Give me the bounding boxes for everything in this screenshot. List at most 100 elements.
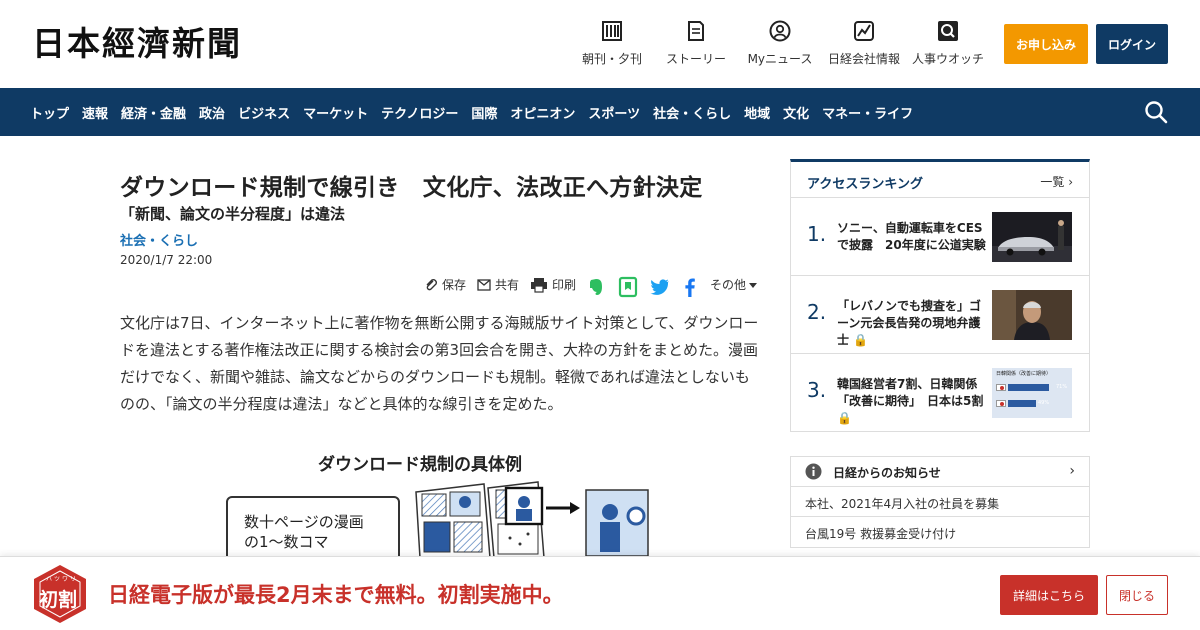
figure-title: ダウンロード規制の具体例 bbox=[318, 455, 522, 475]
ranking-headline: 「レバノンでも捜査を」ゴーン元会長告発の現地弁護士 🔒 bbox=[837, 298, 987, 349]
print-button[interactable]: 印刷 bbox=[530, 276, 576, 293]
notice-item[interactable]: 台風19号 救援募金受け付け bbox=[791, 517, 1089, 547]
ranking-item-1[interactable]: 1. ソニー、自動運転車をCESで披露 20年度に公道実験 bbox=[791, 198, 1089, 276]
ranking-number: 1. bbox=[807, 222, 827, 246]
ranking-thumbnail-car bbox=[992, 212, 1072, 262]
info-icon bbox=[805, 463, 822, 480]
nav-item-politics[interactable]: 政治 bbox=[199, 103, 225, 122]
ranking-header: アクセスランキング 一覧 › bbox=[791, 162, 1089, 198]
print-label: 印刷 bbox=[552, 278, 577, 292]
ranking-headline: ソニー、自動運転車をCESで披露 20年度に公道実験 bbox=[837, 221, 986, 252]
nav-company-info[interactable]: 日経会社情報 bbox=[818, 20, 910, 67]
ranking-more-label: 一覧 bbox=[1040, 175, 1065, 189]
more-share-menu[interactable]: その他 bbox=[710, 276, 762, 293]
promo-banner: ハツワリ 初割 日経電子版が最長2月末まで無料。初割実施中。 詳細はこちら 閉じ… bbox=[0, 556, 1200, 630]
facebook-icon[interactable] bbox=[679, 276, 701, 298]
notices-title: 日経からのお知らせ bbox=[833, 466, 941, 480]
ranking-headline-text: 韓国経営者7割、日韓関係「改善に期待」 日本は5割 bbox=[837, 377, 984, 408]
ranking-number: 2. bbox=[807, 300, 827, 324]
nav-item-market[interactable]: マーケット bbox=[303, 103, 368, 122]
login-button[interactable]: ログイン bbox=[1096, 24, 1168, 64]
site-header: 日本經濟新聞 朝刊・夕刊 ストーリー Myニュース 日経会社情報 人事ウオッチ … bbox=[0, 0, 1200, 88]
nav-item-top[interactable]: トップ bbox=[30, 103, 69, 122]
article-figure: ダウンロード規制の具体例 数十ページの漫画の1～数コマ bbox=[220, 446, 660, 566]
nav-item-international[interactable]: 国際 bbox=[471, 103, 497, 122]
notice-text: 台風19号 救援募金受け付け bbox=[805, 527, 957, 541]
nav-personnel-watch-label: 人事ウオッチ bbox=[911, 52, 984, 66]
lock-icon: 🔒 bbox=[837, 411, 852, 425]
chevron-right-icon: › bbox=[1069, 463, 1075, 479]
site-logo[interactable]: 日本經濟新聞 bbox=[32, 24, 242, 64]
article-category-link[interactable]: 社会・くらし bbox=[120, 230, 198, 249]
promo-text: 日経電子版が最長2月末まで無料。初割実施中。 bbox=[108, 583, 564, 607]
search-person-icon bbox=[938, 21, 958, 41]
nav-paper-edition[interactable]: 朝刊・夕刊 bbox=[566, 20, 658, 67]
article-subhead: 「新聞、論文の半分程度」は違法 bbox=[120, 205, 346, 223]
lock-icon: 🔒 bbox=[853, 333, 869, 347]
mail-icon bbox=[477, 278, 491, 291]
nav-my-news-label: Myニュース bbox=[747, 52, 813, 66]
nav-item-business[interactable]: ビジネス bbox=[238, 103, 290, 122]
article-body: 文化庁は7日、インターネット上に著作物を無断公開する海賊版サイト対策として、ダウ… bbox=[120, 314, 759, 413]
save-label: 保存 bbox=[442, 278, 467, 292]
user-icon bbox=[769, 20, 791, 42]
manga-panels-illustration bbox=[415, 481, 649, 558]
newspaper-icon bbox=[602, 21, 622, 41]
share-button[interactable]: 共有 bbox=[477, 276, 519, 293]
share-label: 共有 bbox=[495, 278, 520, 292]
evernote-icon[interactable] bbox=[585, 276, 607, 298]
nav-paper-edition-label: 朝刊・夕刊 bbox=[581, 52, 642, 66]
bookmark-note-icon[interactable] bbox=[617, 276, 639, 298]
article-date: 2020/1/7 22:00 bbox=[120, 253, 213, 267]
promo-details-button[interactable]: 詳細はこちら bbox=[1000, 575, 1098, 615]
korea-pct: 71% bbox=[1056, 384, 1068, 390]
ranking-thumbnail-portrait bbox=[992, 290, 1072, 340]
access-ranking: アクセスランキング 一覧 › 1. ソニー、自動運転車をCESで披露 20年度に… bbox=[790, 159, 1090, 432]
twitter-icon[interactable] bbox=[649, 276, 671, 298]
ranking-headline: 韓国経営者7割、日韓関係「改善に期待」 日本は5割 🔒 bbox=[837, 376, 987, 427]
nav-company-info-label: 日経会社情報 bbox=[827, 52, 900, 66]
ranking-title: アクセスランキング bbox=[807, 177, 923, 192]
nikkei-notices: 日経からのお知らせ › 本社、2021年4月入社の社員を募集 台風19号 救援募… bbox=[790, 456, 1090, 548]
ranking-number: 3. bbox=[807, 378, 827, 402]
search-icon[interactable] bbox=[1144, 100, 1168, 124]
nav-item-opinion[interactable]: オピニオン bbox=[510, 103, 575, 122]
japan-flag-icon bbox=[996, 400, 1006, 407]
ranking-more-link[interactable]: 一覧 › bbox=[1040, 173, 1073, 190]
nav-item-breaking[interactable]: 速報 bbox=[82, 103, 108, 122]
clip-icon bbox=[426, 278, 437, 290]
save-button[interactable]: 保存 bbox=[424, 276, 466, 293]
document-icon bbox=[688, 21, 704, 41]
ranking-item-2[interactable]: 2. 「レバノンでも捜査を」ゴーン元会長告発の現地弁護士 🔒 bbox=[791, 276, 1089, 354]
nav-item-technology[interactable]: テクノロジー bbox=[381, 103, 458, 122]
caret-down-icon bbox=[749, 282, 758, 288]
nav-story-label: ストーリー bbox=[665, 52, 726, 66]
article-headline: ダウンロード規制で線引き 文化庁、法改正へ方針決定 bbox=[120, 175, 703, 201]
promo-close-button[interactable]: 閉じる bbox=[1106, 575, 1168, 615]
japan-pct: 49% bbox=[1038, 400, 1050, 406]
badge-ruby: ハツワリ bbox=[46, 576, 79, 583]
badge-main-text: 初割 bbox=[39, 589, 78, 611]
printer-icon bbox=[531, 277, 547, 293]
japan-bar bbox=[1008, 400, 1037, 407]
nav-item-society[interactable]: 社会・くらし bbox=[653, 103, 731, 122]
nav-item-money-life[interactable]: マネー・ライフ bbox=[822, 103, 913, 122]
nav-my-news[interactable]: Myニュース bbox=[734, 20, 826, 67]
nav-item-culture[interactable]: 文化 bbox=[783, 103, 809, 122]
korea-flag-icon bbox=[996, 384, 1006, 391]
thumb-chart-caption: 日韓関係（改善に期待） bbox=[996, 371, 1052, 377]
chevron-right-icon: › bbox=[1068, 175, 1073, 189]
nav-item-economy[interactable]: 経済・金融 bbox=[121, 103, 186, 122]
ranking-item-3[interactable]: 3. 韓国経営者7割、日韓関係「改善に期待」 日本は5割 🔒 日韓関係（改善に期… bbox=[791, 354, 1089, 432]
notices-header[interactable]: 日経からのお知らせ › bbox=[791, 457, 1089, 487]
subscribe-button[interactable]: お申し込み bbox=[1004, 24, 1088, 64]
korea-bar bbox=[1008, 384, 1050, 391]
notice-item[interactable]: 本社、2021年4月入社の社員を募集 bbox=[791, 487, 1089, 517]
nav-item-sports[interactable]: スポーツ bbox=[588, 103, 640, 122]
notice-text: 本社、2021年4月入社の社員を募集 bbox=[805, 497, 1000, 511]
nav-personnel-watch[interactable]: 人事ウオッチ bbox=[902, 20, 994, 67]
figure-example-text: 数十ページの漫画の1～数コマ bbox=[244, 513, 364, 551]
nav-story[interactable]: ストーリー bbox=[650, 20, 742, 67]
chart-icon bbox=[854, 21, 874, 41]
nav-item-region[interactable]: 地域 bbox=[744, 103, 770, 122]
